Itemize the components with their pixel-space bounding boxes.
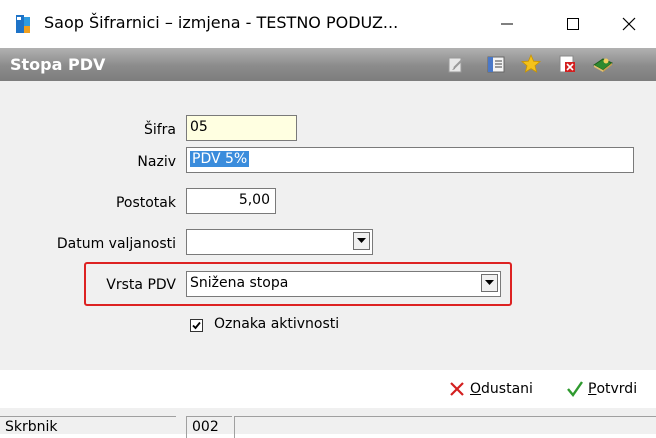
confirm-button-label: otvrdi (596, 381, 638, 397)
confirm-button[interactable]: Potvrdi (566, 380, 637, 398)
close-button[interactable] (600, 0, 656, 48)
cancel-button-label: dustani (481, 381, 533, 397)
form-title: Stopa PDV (10, 55, 106, 74)
chevron-down-icon (485, 280, 494, 285)
favorite-star-icon[interactable] (520, 53, 542, 75)
statusbar-label-text: Skrbnik (5, 419, 58, 435)
edit-icon[interactable] (446, 53, 468, 75)
app-icon (16, 15, 30, 33)
cancel-button-mnemonic: O (470, 381, 482, 397)
close-icon (622, 17, 636, 31)
minimize-icon (501, 23, 513, 25)
minimize-button[interactable] (478, 0, 536, 48)
sifra-field[interactable]: 05 (186, 115, 297, 141)
window-title: Saop Šifrarnici – izmjena - TESTNO PODUZ… (44, 13, 399, 32)
postotak-value: 5,00 (238, 192, 270, 208)
vrsta-pdv-label: Vrsta PDV (106, 277, 176, 293)
maximize-icon (567, 18, 579, 30)
postotak-label: Postotak (115, 195, 176, 211)
datum-valjanosti-dropdown-button[interactable] (353, 232, 370, 250)
sifra-value: 05 (190, 119, 208, 135)
window-titlebar: Saop Šifrarnici – izmjena - TESTNO PODUZ… (0, 0, 656, 48)
checkmark-icon (192, 321, 201, 330)
delete-document-icon[interactable] (556, 53, 578, 75)
naziv-label: Naziv (137, 154, 176, 170)
confirm-button-mnemonic: P (588, 381, 597, 397)
naziv-field[interactable]: PDV 5% (186, 147, 634, 173)
chevron-down-icon (357, 238, 366, 243)
list-view-icon[interactable] (485, 53, 507, 75)
maximize-button[interactable] (544, 0, 602, 48)
form-header-bar: Stopa PDV (0, 48, 656, 81)
vrsta-pdv-value: Snižena stopa (190, 275, 289, 291)
datum-valjanosti-dropdown[interactable] (186, 229, 373, 255)
statusbar-label: Skrbnik (0, 416, 176, 438)
cancel-button[interactable]: Odustani (448, 380, 533, 398)
help-book-icon[interactable] (592, 53, 614, 75)
statusbar-value: 002 (186, 416, 232, 438)
sifra-label: Šifra (143, 122, 176, 138)
oznaka-aktivnosti-label: Oznaka aktivnosti (214, 316, 340, 332)
checkmark-icon (567, 381, 583, 397)
oznaka-aktivnosti-checkbox[interactable] (190, 319, 203, 332)
naziv-value: PDV 5% (190, 151, 250, 167)
statusbar-value-text: 002 (192, 419, 219, 435)
vrsta-pdv-dropdown-button[interactable] (481, 274, 498, 292)
statusbar-empty-cell (234, 416, 656, 438)
postotak-field[interactable]: 5,00 (186, 188, 276, 214)
vrsta-pdv-dropdown[interactable]: Snižena stopa (186, 271, 501, 297)
datum-valjanosti-label: Datum valjanosti (56, 236, 176, 252)
statusbar: Skrbnik 002 (0, 408, 656, 438)
cancel-x-icon (450, 382, 464, 396)
